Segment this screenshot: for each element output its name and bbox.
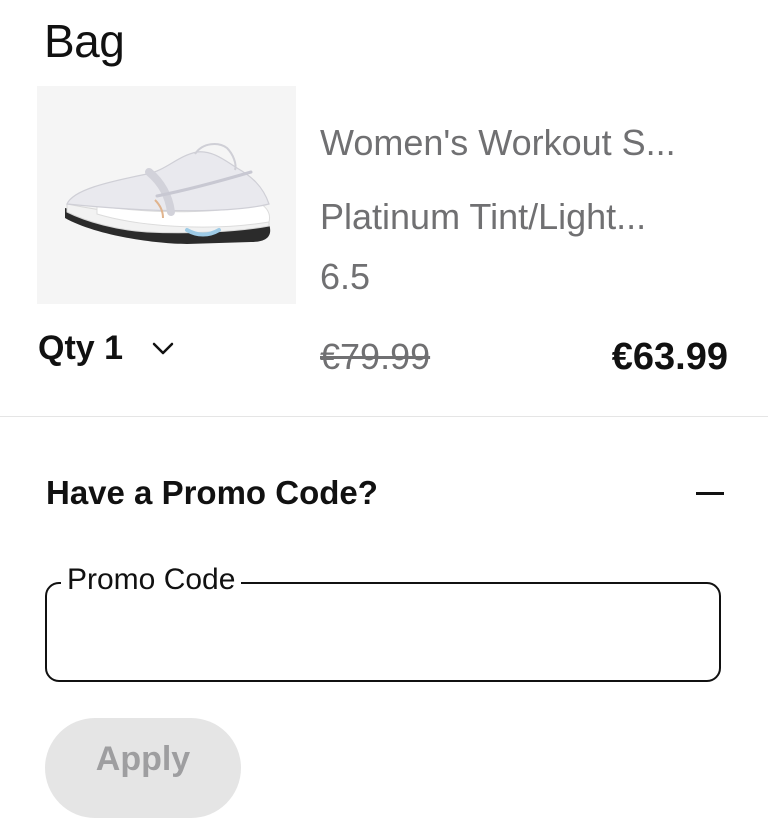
- product-color: Platinum Tint/Light...: [320, 196, 647, 237]
- product-size: 6.5: [320, 256, 371, 297]
- original-price: €79.99: [320, 336, 431, 377]
- sale-price: €63.99: [611, 336, 728, 378]
- quantity-select[interactable]: Qty 1: [38, 326, 177, 370]
- apply-button[interactable]: Apply: [45, 718, 241, 818]
- promo-heading[interactable]: Have a Promo Code?: [46, 474, 378, 512]
- quantity-label: Qty 1: [38, 328, 124, 367]
- sneaker-icon: [65, 143, 271, 244]
- product-name[interactable]: Women's Workout S...: [320, 122, 676, 164]
- chevron-down-icon: [152, 342, 174, 355]
- promo-code-input[interactable]: [65, 604, 699, 662]
- product-image[interactable]: [37, 86, 296, 304]
- promo-code-label: Promo Code: [61, 562, 242, 598]
- collapse-minus-icon[interactable]: [696, 478, 724, 508]
- section-divider: [0, 416, 768, 417]
- promo-code-field[interactable]: Promo Code: [45, 562, 721, 682]
- page-title: Bag: [44, 15, 125, 67]
